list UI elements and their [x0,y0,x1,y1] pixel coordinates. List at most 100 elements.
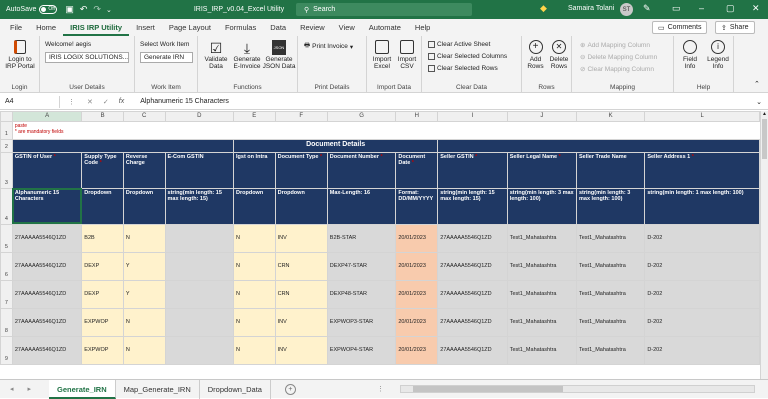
header-cell[interactable]: E-Com GSTIN [164,151,235,189]
fx-label[interactable]: fx [119,98,124,105]
cell[interactable]: DEXP [81,279,124,309]
cell[interactable]: 27AAAAA5546Q1ZD [11,251,83,281]
share-button[interactable]: ⇪ Share [715,21,755,34]
cell[interactable]: Test1_Mahatashtra [575,307,646,337]
cell[interactable]: 20/01/2023 [395,279,439,309]
ribbon-display-icon[interactable]: ▭ [672,3,681,14]
cell[interactable]: DEXP [81,251,124,281]
validate-data-button[interactable]: ☑ Validate Data [201,40,231,70]
row-header[interactable]: 2 [0,138,13,153]
tab-review[interactable]: Review [293,19,332,36]
add-sheet-icon[interactable]: + [284,383,296,395]
cell[interactable]: 27AAAAA5546Q1ZD [437,307,508,337]
name-box[interactable]: A4 [0,95,60,108]
cell[interactable]: Test1_Mahatashtra [506,223,578,253]
select-all-corner[interactable] [0,111,13,122]
sheet-tab-map-generate-irn[interactable]: Map_Generate_IRN [116,379,200,399]
header-cell[interactable]: Supply Type Code * [81,151,124,189]
format-cell[interactable]: string(min length: 3 max length: 100) [506,187,578,225]
company-select[interactable]: IRIS LOGIX SOLUTIONS... [45,52,129,63]
cell[interactable]: Test1_Mahatashtra [506,279,578,309]
expand-formula-icon[interactable]: ⌄ [756,98,762,106]
tab-formulas[interactable]: Formulas [218,19,263,36]
redo-icon[interactable]: ↷ [93,4,101,15]
column-header[interactable]: H [395,111,439,122]
tab-file[interactable]: File [3,19,29,36]
row-header[interactable]: 9 [0,335,13,365]
cell[interactable]: 27AAAAA5546Q1ZD [437,335,508,365]
cell[interactable]: Test1_Mahatashtra [575,223,646,253]
autosave-toggle[interactable]: Off [39,5,58,14]
sheet-tab-generate-irn[interactable]: Generate_IRN [49,379,116,399]
legend-info-button[interactable]: i Legend Info [704,40,732,70]
cell[interactable]: EXPWOP [81,307,124,337]
cell[interactable]: N [122,223,166,253]
cell[interactable]: N [122,307,166,337]
prev-sheet-icon[interactable]: ◂ [10,385,14,393]
header-cell[interactable]: Seller GSTIN * [437,151,508,189]
column-header[interactable]: C [122,111,166,122]
cell[interactable]: Test1_Mahatashtra [575,251,646,281]
format-cell[interactable]: string(min length: 15 max length: 15) [164,187,235,225]
cell[interactable]: 27AAAAA5546Q1ZD [437,279,508,309]
import-excel-button[interactable]: Import Excel [370,40,394,70]
enter-icon[interactable]: ✓ [103,98,109,106]
row-header[interactable]: 8 [0,307,13,337]
next-sheet-icon[interactable]: ▸ [28,385,32,393]
cell[interactable]: N [233,251,276,281]
cell[interactable]: EXPWOP [81,335,124,365]
clear-selected-columns-button[interactable]: Clear Selected Columns [428,53,507,60]
cell[interactable]: 20/01/2023 [395,307,439,337]
clear-active-sheet-button[interactable]: Clear Active Sheet [428,41,490,48]
format-cell[interactable]: Dropdown [274,187,328,225]
cell[interactable]: N [233,223,276,253]
cell[interactable]: 20/01/2023 [395,251,439,281]
avatar[interactable]: ST [620,3,633,16]
cell[interactable]: D-202 [644,279,760,309]
minimize-icon[interactable]: – [699,3,704,13]
row-header[interactable]: 1 [0,120,13,140]
tab-iris-irp-utility[interactable]: IRIS IRP Utility [63,19,130,36]
header-cell[interactable]: GSTIN of User * [11,151,83,189]
header-cell[interactable]: Seller Address 1 * [644,151,760,189]
header-cell[interactable]: Igst on Intra [233,151,276,189]
tab-page-layout[interactable]: Page Layout [162,19,218,36]
scroll-up-icon[interactable]: ▲ [761,111,768,117]
cell[interactable]: B2B-STAR [326,223,397,253]
column-header[interactable]: L [644,111,760,122]
search-box[interactable]: ⚲ Search [296,3,472,16]
user-name[interactable]: Samaira Tolani [568,5,614,12]
header-cell[interactable]: Seller Trade Name [575,151,646,189]
horizontal-scrollbar[interactable] [400,385,755,393]
cell[interactable]: 27AAAAA5546Q1ZD [11,307,83,337]
tab-automate[interactable]: Automate [362,19,408,36]
cell[interactable]: EXPWOP3-STAR [326,307,397,337]
cell[interactable]: Test1_Mahatashtra [506,307,578,337]
generate-json-button[interactable]: JSON Generate JSON Data [262,40,296,70]
column-header[interactable]: G [326,111,397,122]
cell[interactable]: 20/01/2023 [395,223,439,253]
format-cell[interactable]: string(min length: 1 max length: 100) [644,187,760,225]
cell[interactable]: N [233,279,276,309]
cell[interactable]: INV [274,307,328,337]
scroll-thumb[interactable] [762,119,767,159]
cell[interactable]: 27AAAAA5546Q1ZD [437,223,508,253]
header-cell[interactable]: Seller Legal Name * [506,151,578,189]
clear-selected-rows-button[interactable]: Clear Selected Rows [428,65,498,72]
cell[interactable]: 27AAAAA5546Q1ZD [11,279,83,309]
cell[interactable]: Y [122,251,166,281]
notes-cell[interactable]: paste * are mandatory fields [12,121,759,139]
section-blank[interactable] [11,138,235,153]
cell[interactable]: INV [274,335,328,365]
delete-mapping-column-button[interactable]: ⊖ Delete Mapping Column [580,53,657,62]
format-cell[interactable]: Max-Length: 16 [326,187,397,225]
more-sheets-icon[interactable]: ⋮ [377,385,384,393]
format-cell[interactable]: Dropdown [122,187,166,225]
cell[interactable]: N [233,335,276,365]
column-header[interactable]: I [437,111,508,122]
cell[interactable]: Test1_Mahatashtra [506,251,578,281]
column-header[interactable]: J [506,111,578,122]
sheet-tab-dropdown-data[interactable]: Dropdown_Data [200,379,271,399]
print-invoice-button[interactable]: 🖶 Print Invoice ▾ [304,41,353,52]
format-cell-selected[interactable]: Alphanumeric 15 Characters [11,187,83,225]
